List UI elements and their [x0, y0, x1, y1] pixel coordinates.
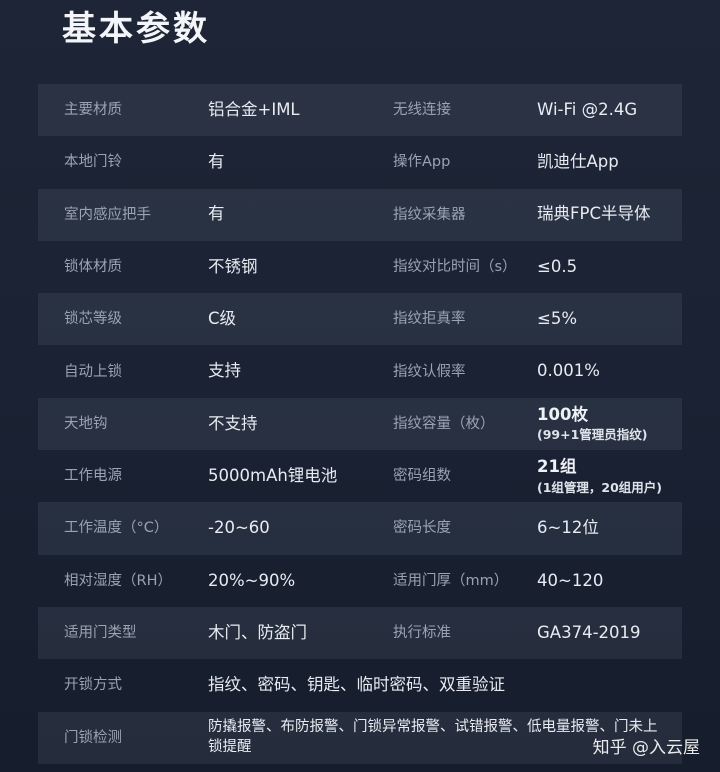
spec-value: 指纹、密码、钥匙、临时密码、双重验证	[208, 675, 505, 695]
spec-label: 开锁方式	[64, 677, 122, 694]
spec-row: 工作电源 5000mAh锂电池 密码组数 21组 (1组管理，20组用户)	[38, 450, 682, 502]
spec-value: -20~60	[208, 518, 270, 538]
spec-label: 本地门铃	[64, 154, 122, 171]
spec-label: 执行标准	[393, 625, 451, 642]
spec-value: 5000mAh锂电池	[208, 465, 338, 485]
spec-value: 支持	[208, 361, 241, 381]
spec-row: 天地钩 不支持 指纹容量（枚） 100枚 (99+1管理员指纹)	[38, 397, 682, 451]
spec-label: 操作App	[393, 154, 451, 171]
spec-row: 相对湿度（RH） 20%~90% 适用门厚（mm） 40~120	[38, 555, 682, 607]
spec-value: 凯迪仕App	[537, 152, 619, 172]
spec-label: 相对湿度（RH）	[64, 572, 172, 589]
spec-value: ≤0.5	[537, 256, 578, 276]
spec-value: 不锈钢	[208, 256, 258, 276]
spec-value: Wi-Fi @2.4G	[537, 99, 638, 119]
spec-value: 木门、防盗门	[208, 622, 307, 642]
spec-label: 指纹采集器	[393, 206, 466, 223]
spec-value-group: 21组 (1组管理，20组用户)	[537, 450, 662, 502]
spec-row: 自动上锁 支持 指纹认假率 0.001%	[38, 345, 682, 397]
spec-row: 适用门类型 木门、防盗门 执行标准 GA374-2019	[38, 606, 682, 660]
spec-label: 天地钩	[64, 415, 108, 432]
spec-value: ≤5%	[537, 309, 578, 329]
watermark: 知乎 @入云屋	[592, 738, 700, 758]
spec-value: 有	[208, 152, 225, 172]
spec-label: 锁芯等级	[64, 311, 122, 328]
spec-value: 瑞典FPC半导体	[537, 204, 651, 224]
spec-label: 适用门厚（mm）	[393, 572, 509, 589]
spec-label: 室内感应把手	[64, 206, 151, 223]
spec-value-group: 100枚 (99+1管理员指纹)	[537, 398, 648, 450]
spec-label: 密码组数	[393, 468, 451, 485]
spec-row: 主要材质 铝合金+IML 无线连接 Wi-Fi @2.4G	[38, 84, 682, 137]
spec-label: 密码长度	[393, 520, 451, 537]
spec-label: 工作温度（°C）	[64, 520, 169, 537]
spec-value-note: (99+1管理员指纹)	[537, 427, 648, 443]
spec-value: 有	[208, 204, 225, 224]
spec-row: 锁体材质 不锈钢 指纹对比时间（s） ≤0.5	[38, 241, 682, 293]
spec-value: 0.001%	[537, 361, 600, 381]
spec-table: 主要材质 铝合金+IML 无线连接 Wi-Fi @2.4G 本地门铃 有 操作A…	[38, 84, 682, 764]
spec-label: 适用门类型	[64, 625, 137, 642]
spec-value: 铝合金+IML	[208, 99, 300, 119]
spec-row: 开锁方式 指纹、密码、钥匙、临时密码、双重验证	[38, 659, 682, 711]
spec-row: 门锁检测 防撬报警、布防报警、门锁异常报警、试错报警、低电量报警、门未上锁提醒	[38, 711, 682, 764]
spec-label: 锁体材质	[64, 258, 122, 275]
spec-label: 主要材质	[64, 102, 122, 119]
spec-row: 工作温度（°C） -20~60 密码长度 6~12位	[38, 502, 682, 555]
spec-label: 自动上锁	[64, 363, 122, 380]
spec-row: 室内感应把手 有 指纹采集器 瑞典FPC半导体	[38, 188, 682, 241]
spec-row: 锁芯等级 C级 指纹拒真率 ≤5%	[38, 293, 682, 346]
spec-value: 20%~90%	[208, 570, 296, 590]
spec-value: GA374-2019	[537, 622, 641, 642]
spec-label: 指纹对比时间（s）	[393, 258, 517, 275]
spec-value: 100枚	[537, 404, 588, 424]
spec-label: 无线连接	[393, 102, 451, 119]
spec-value: 40~120	[537, 570, 604, 590]
page-title: 基本参数	[62, 9, 210, 49]
spec-label: 工作电源	[64, 468, 122, 485]
spec-label: 门锁检测	[64, 729, 122, 746]
spec-value-note: (1组管理，20组用户)	[537, 479, 663, 495]
spec-value: C级	[208, 309, 237, 329]
spec-value: 不支持	[208, 413, 258, 433]
spec-value: 21组	[537, 457, 577, 477]
spec-label: 指纹认假率	[393, 363, 466, 380]
spec-label: 指纹拒真率	[393, 311, 466, 328]
spec-label: 指纹容量（枚）	[393, 415, 495, 432]
spec-value: 6~12位	[537, 518, 599, 538]
spec-row: 本地门铃 有 操作App 凯迪仕App	[38, 136, 682, 188]
